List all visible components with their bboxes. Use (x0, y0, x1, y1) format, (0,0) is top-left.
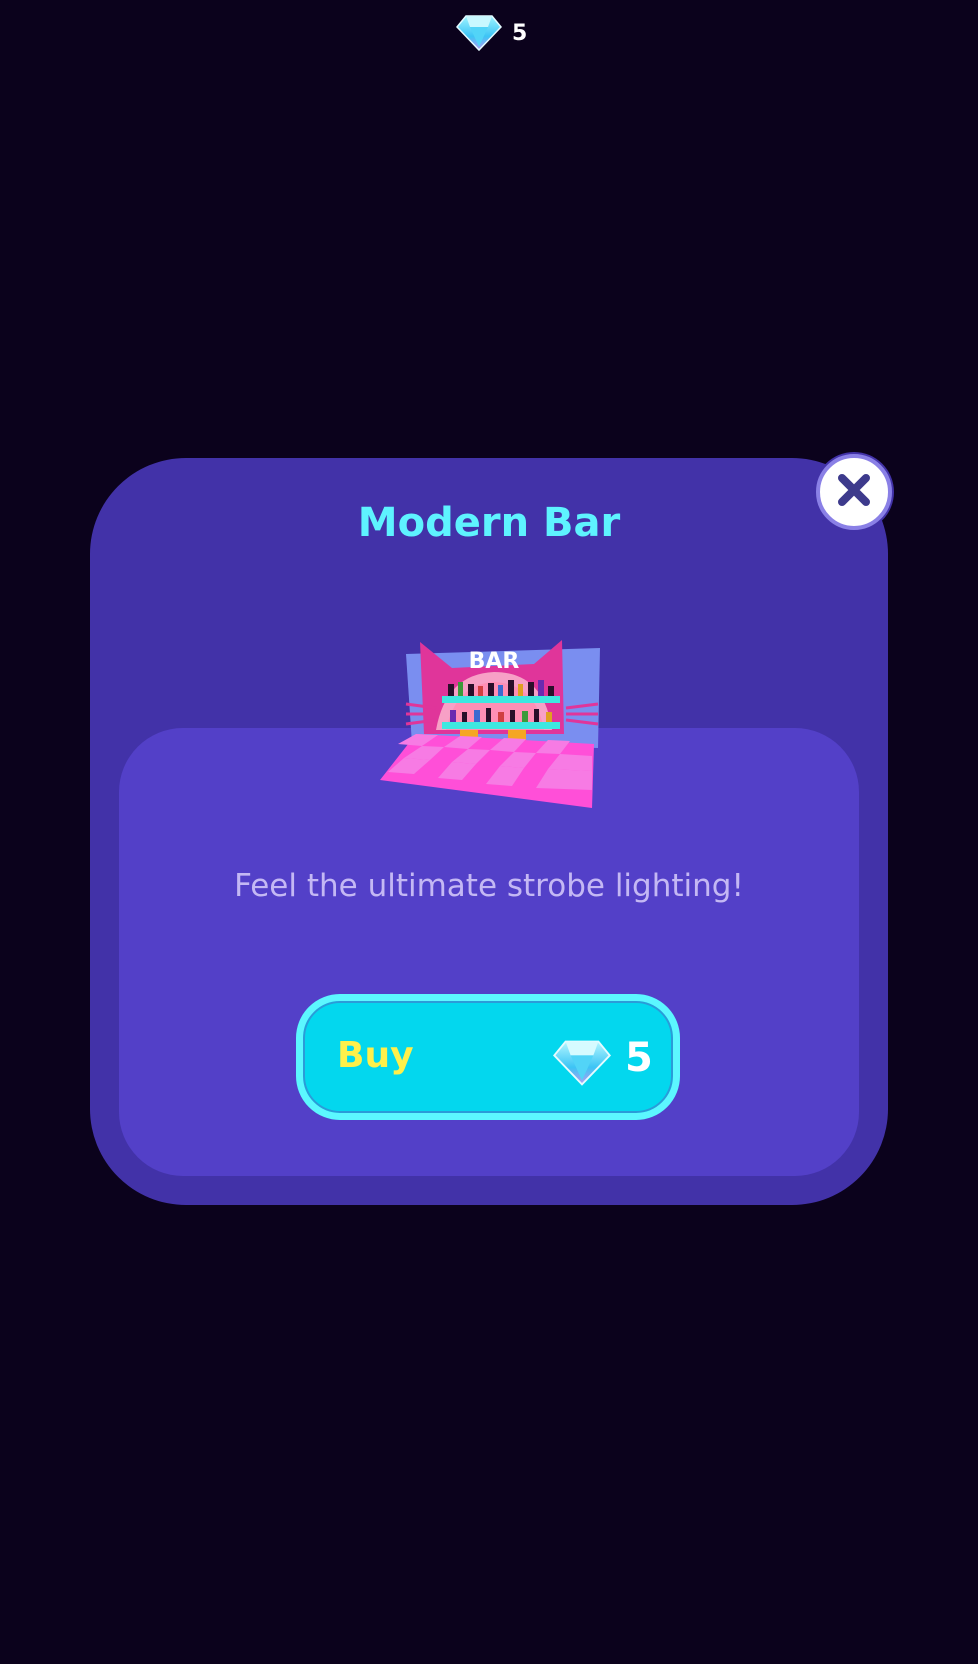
currency-display: 5 (456, 14, 527, 52)
gem-icon (553, 1039, 611, 1087)
item-description: Feel the ultimate strobe lighting! (234, 868, 744, 904)
close-button[interactable] (816, 454, 892, 530)
currency-count: 5 (512, 20, 528, 46)
buy-button[interactable]: Buy 5 (296, 994, 680, 1120)
modern-bar-preview: BAR (376, 634, 602, 812)
buy-price: 5 (625, 1035, 653, 1081)
modal-title: Modern Bar (357, 500, 621, 546)
bar-sign-text: BAR (469, 649, 520, 674)
buy-label: Buy (337, 1035, 414, 1076)
close-icon (836, 472, 872, 512)
gem-icon (456, 14, 502, 52)
